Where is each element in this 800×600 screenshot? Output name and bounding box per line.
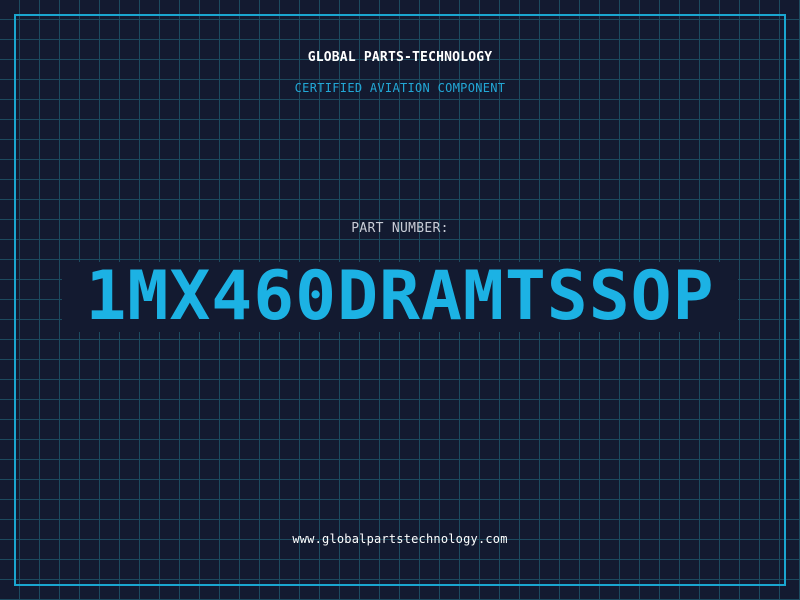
website-url: www.globalpartstechnology.com	[292, 532, 508, 546]
label-canvas: GLOBAL PARTS-TECHNOLOGY CERTIFIED AVIATI…	[0, 0, 800, 600]
part-number-value: 1MX460DRAMTSSOP	[85, 257, 715, 336]
certification-subtitle: CERTIFIED AVIATION COMPONENT	[294, 81, 506, 95]
part-number-label: PART NUMBER:	[351, 221, 449, 236]
company-name: GLOBAL PARTS-TECHNOLOGY	[307, 50, 493, 65]
